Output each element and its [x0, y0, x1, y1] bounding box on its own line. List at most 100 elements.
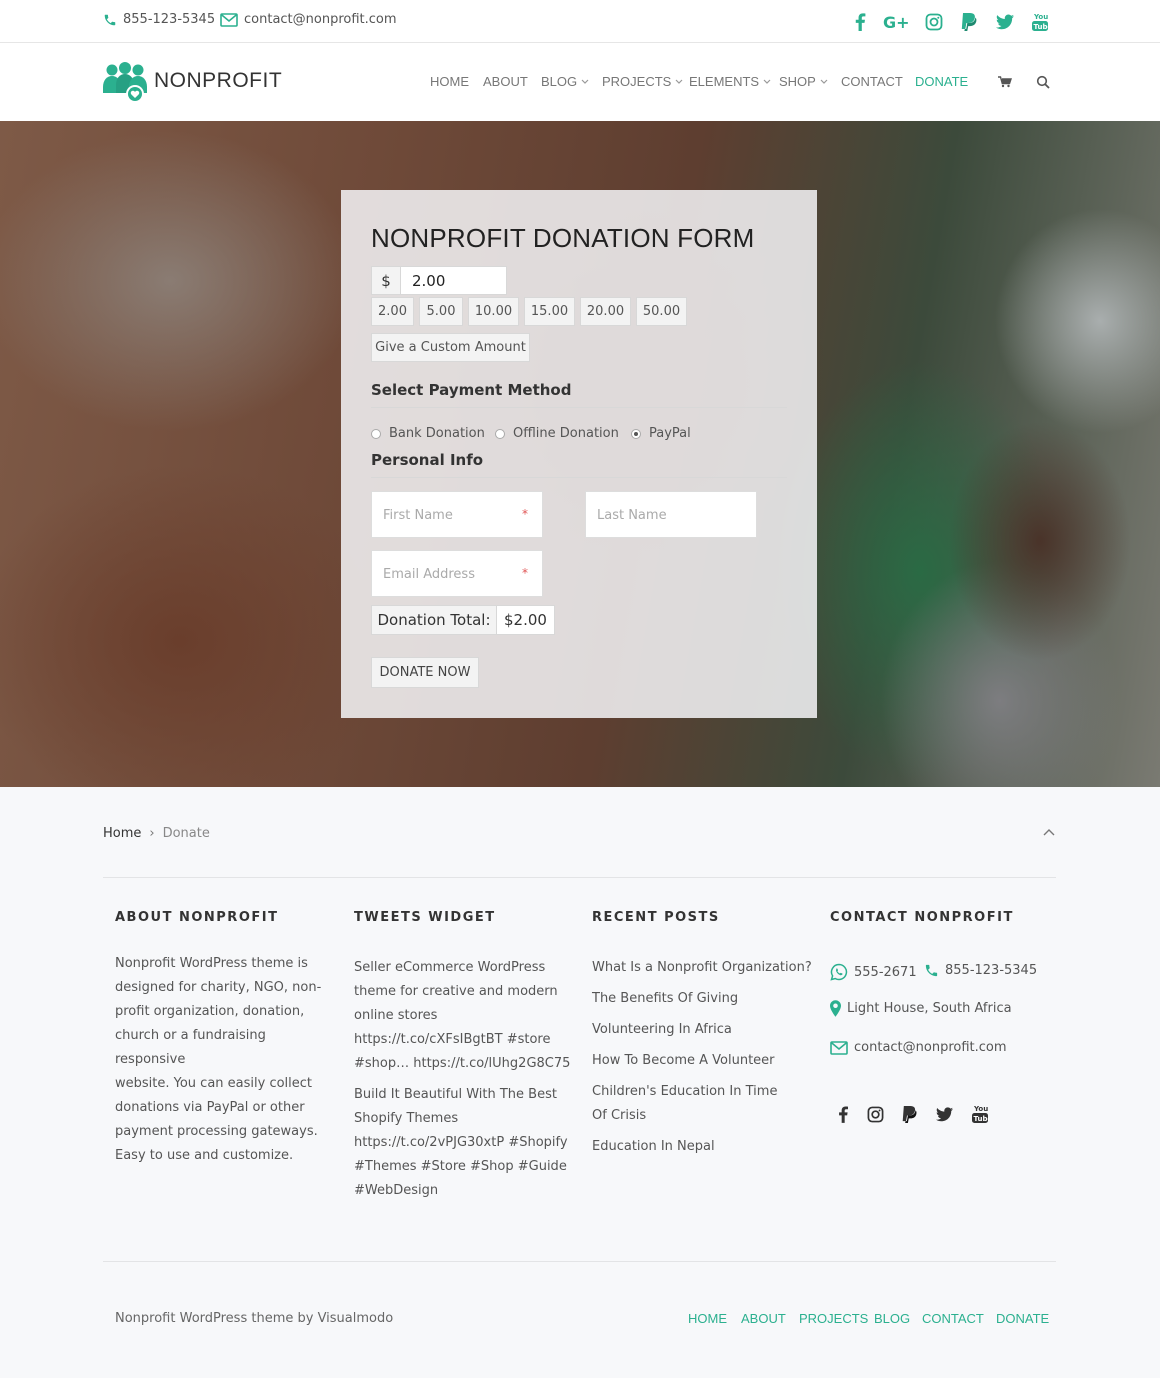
contact-widget-title: CONTACT NONPROFIT	[830, 910, 1014, 925]
about-line: profit organization, donation,	[115, 1004, 305, 1019]
custom-amount-button[interactable]: Give a Custom Amount	[371, 333, 530, 362]
tweets-widget-title: TWEETS WIDGET	[354, 910, 496, 925]
nav-shop[interactable]: SHOP	[779, 74, 828, 89]
tweet-item[interactable]: Seller eCommerce WordPress theme for cre…	[354, 956, 574, 1076]
nav-home[interactable]: HOME	[430, 74, 469, 89]
breadcrumb-home[interactable]: Home	[103, 826, 141, 841]
recent-post-link[interactable]: The Benefits Of Giving	[592, 987, 812, 1011]
footer-credit[interactable]: Nonprofit WordPress theme by Visualmodo	[115, 1311, 393, 1326]
preset-amount-button[interactable]: 2.00	[371, 297, 414, 326]
nav-elements[interactable]: ELEMENTS	[689, 74, 771, 89]
about-line: website. You can easily collect	[115, 1076, 313, 1091]
whatsapp-number: 555-2671	[854, 964, 917, 980]
nav-donate[interactable]: DONATE	[915, 74, 968, 89]
twitter-icon[interactable]	[993, 11, 1017, 33]
instagram-icon[interactable]	[922, 11, 946, 33]
facebook-icon[interactable]	[832, 1103, 854, 1125]
nav-blog[interactable]: BLOG	[541, 74, 589, 89]
logo-icon[interactable]	[103, 61, 147, 105]
tweet-line: #shop… https://t.co/lUhg2G8C75	[354, 1056, 571, 1071]
tweet-line: theme for creative and modern	[354, 984, 558, 999]
phone-contact[interactable]: 855-123-5345	[924, 963, 1037, 978]
logo-text[interactable]: NONPROFIT	[154, 69, 282, 93]
radio-dot-selected	[631, 428, 641, 439]
preset-amount-button[interactable]: 10.00	[468, 297, 519, 326]
phone-icon	[104, 14, 116, 25]
top-email[interactable]: contact@nonprofit.com	[220, 12, 397, 27]
twitter-icon[interactable]	[933, 1103, 955, 1125]
top-phone[interactable]: 855-123-5345	[103, 12, 215, 27]
about-line: payment processing gateways.	[115, 1124, 318, 1139]
radio-dot	[495, 428, 505, 439]
recent-post-link[interactable]: What Is a Nonprofit Organization?	[592, 956, 812, 980]
hero-banner: NONPROFIT DONATION FORM $ 2.00 2.00 5.00…	[0, 121, 1160, 787]
tweet-line: https://t.co/2vPJG30xtP #Shopify	[354, 1135, 568, 1150]
nav-about[interactable]: ABOUT	[483, 74, 528, 89]
radio-offline-donation[interactable]: Offline Donation	[495, 426, 619, 441]
about-widget-text: Nonprofit WordPress theme is designed fo…	[115, 952, 340, 1168]
instagram-icon[interactable]	[864, 1103, 886, 1125]
cart-icon[interactable]	[998, 76, 1012, 88]
recent-post-link[interactable]: Education In Nepal	[592, 1135, 812, 1159]
footer-nav-projects[interactable]: PROJECTS	[799, 1311, 868, 1326]
recent-post-link[interactable]: Children's Education In Time Of Crisis	[592, 1080, 792, 1128]
svg-text:G+: G+	[883, 14, 909, 30]
donation-total-label: Donation Total:	[371, 605, 497, 635]
footer-nav-donate[interactable]: DONATE	[996, 1311, 1049, 1326]
last-name-field[interactable]: Last Name	[585, 491, 757, 538]
tweet-line: #Themes #Store #Shop #Guide	[354, 1159, 567, 1174]
about-line: designed for charity, NGO, non-	[115, 980, 322, 995]
footer-nav-blog[interactable]: BLOG	[874, 1311, 910, 1326]
amount-input[interactable]: 2.00	[400, 266, 507, 295]
paypal-icon[interactable]	[898, 1103, 920, 1125]
preset-amount-button[interactable]: 20.00	[580, 297, 631, 326]
donation-form: NONPROFIT DONATION FORM $ 2.00 2.00 5.00…	[341, 190, 817, 718]
facebook-icon[interactable]	[848, 11, 872, 33]
chevron-up-icon[interactable]	[1043, 828, 1055, 836]
breadcrumb: Home › Donate	[103, 826, 210, 841]
svg-text:Tube: Tube	[1034, 23, 1050, 31]
chevron-down-icon	[581, 79, 589, 84]
map-pin-icon	[830, 1000, 841, 1017]
nav-shop-label: SHOP	[779, 74, 816, 89]
breadcrumb-separator: ›	[149, 826, 155, 841]
youtube-icon[interactable]: You Tube	[1028, 11, 1052, 33]
radio-bank-donation[interactable]: Bank Donation	[371, 426, 485, 441]
radio-label: PayPal	[649, 426, 691, 441]
chevron-down-icon	[763, 79, 771, 84]
nav-blog-label: BLOG	[541, 74, 578, 89]
whatsapp-contact[interactable]: 555-2671	[830, 963, 917, 981]
google-plus-icon[interactable]: G+	[882, 11, 910, 33]
about-line: Easy to use and customize.	[115, 1148, 294, 1163]
radio-paypal[interactable]: PayPal	[631, 426, 691, 441]
first-name-placeholder: First Name	[383, 508, 453, 523]
recent-post-link[interactable]: How To Become A Volunteer	[592, 1049, 812, 1073]
divider	[103, 1261, 1056, 1262]
donate-now-button[interactable]: DONATE NOW	[371, 657, 479, 688]
top-email-text: contact@nonprofit.com	[244, 12, 397, 27]
first-name-field[interactable]: First Name *	[371, 491, 543, 538]
phone-number: 855-123-5345	[945, 963, 1038, 978]
tweet-line: Seller eCommerce WordPress	[354, 960, 546, 975]
search-icon[interactable]	[1036, 75, 1050, 89]
footer-nav-about[interactable]: ABOUT	[741, 1311, 786, 1326]
phone-icon	[925, 964, 938, 977]
tweet-line: Shopify Themes	[354, 1111, 459, 1126]
preset-amount-button[interactable]: 50.00	[636, 297, 687, 326]
footer-nav-contact[interactable]: CONTACT	[922, 1311, 984, 1326]
nav-projects[interactable]: PROJECTS	[602, 74, 683, 89]
preset-amount-button[interactable]: 15.00	[524, 297, 575, 326]
radio-label: Bank Donation	[389, 426, 485, 441]
envelope-icon	[830, 1040, 848, 1055]
nav-contact[interactable]: CONTACT	[841, 74, 903, 89]
footer-nav-home[interactable]: HOME	[688, 1311, 727, 1326]
preset-amount-button[interactable]: 5.00	[419, 297, 463, 326]
youtube-icon[interactable]: You Tube	[969, 1103, 991, 1125]
email-field[interactable]: Email Address *	[371, 550, 543, 597]
recent-post-link[interactable]: Volunteering In Africa	[592, 1018, 812, 1042]
paypal-icon[interactable]	[957, 11, 981, 33]
email-contact[interactable]: contact@nonprofit.com	[830, 1040, 1007, 1055]
chevron-down-icon	[820, 79, 828, 84]
last-name-placeholder: Last Name	[597, 508, 667, 523]
tweet-item[interactable]: Build It Beautiful With The Best Shopify…	[354, 1083, 574, 1203]
